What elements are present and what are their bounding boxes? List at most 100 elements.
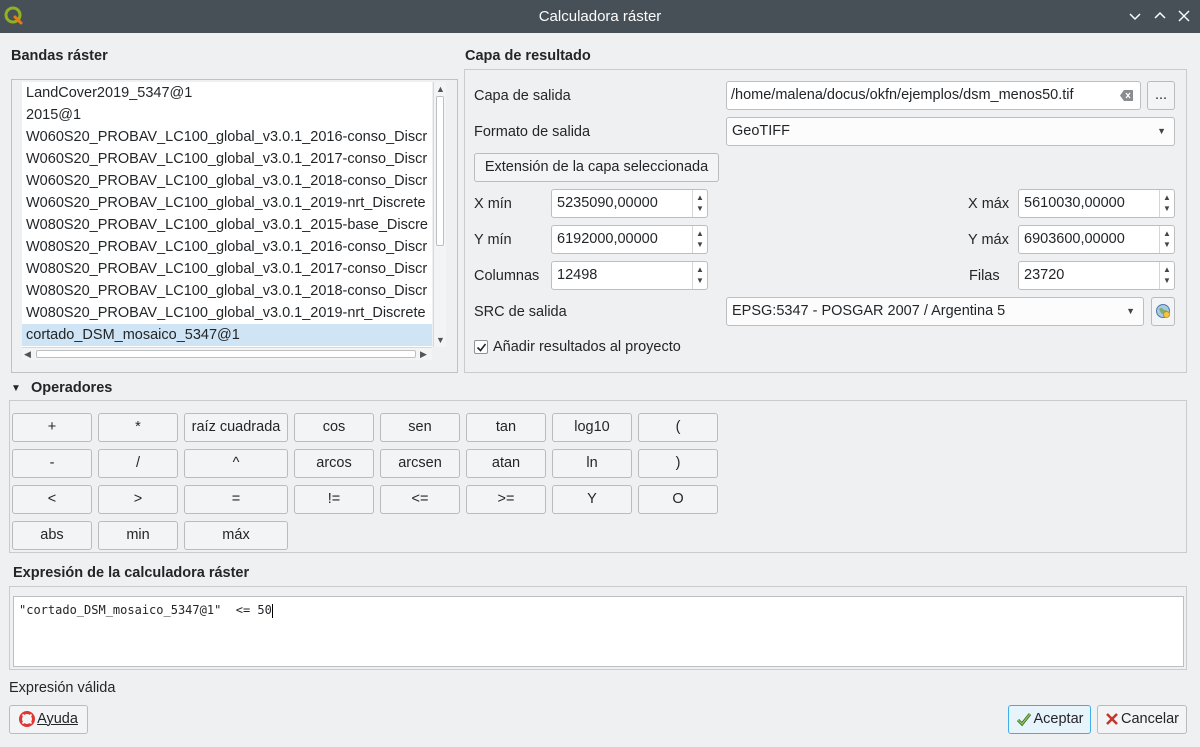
expression-editor[interactable]: "cortado_DSM_mosaico_5347@1" <= 50: [13, 596, 1184, 667]
band-list-item[interactable]: LandCover2019_5347@1: [22, 82, 432, 104]
ymax-spinbox[interactable]: 6903600,00000 ▲ ▼: [1018, 225, 1175, 254]
spin-up-icon[interactable]: ▲: [1163, 194, 1171, 202]
spin-down-icon[interactable]: ▼: [696, 241, 704, 249]
scroll-thumb[interactable]: [36, 350, 416, 358]
spin-down-icon[interactable]: ▼: [696, 277, 704, 285]
spin-up-icon[interactable]: ▲: [696, 266, 704, 274]
ymax-label: Y máx: [968, 232, 1009, 248]
bands-section-title: Bandas ráster: [11, 48, 108, 64]
operator-button[interactable]: ): [638, 449, 718, 478]
operator-button[interactable]: (: [638, 413, 718, 442]
operator-button[interactable]: <=: [380, 485, 460, 514]
chevron-down-icon: ▼: [1157, 126, 1166, 136]
spin-up-icon[interactable]: ▲: [1163, 230, 1171, 238]
expression-text: "cortado_DSM_mosaico_5347@1" <= 50: [19, 603, 272, 617]
band-list-item[interactable]: W060S20_PROBAV_LC100_global_v3.0.1_2016-…: [22, 126, 432, 148]
band-list-item[interactable]: W080S20_PROBAV_LC100_global_v3.0.1_2015-…: [22, 214, 432, 236]
spin-up-icon[interactable]: ▲: [696, 194, 704, 202]
columns-spinbox[interactable]: 12498 ▲ ▼: [551, 261, 708, 290]
operator-button[interactable]: -: [12, 449, 92, 478]
spin-down-icon[interactable]: ▼: [1163, 241, 1171, 249]
operator-button[interactable]: máx: [184, 521, 288, 550]
band-list-item[interactable]: cortado_DSM_mosaico_5347@1: [22, 324, 432, 346]
operator-button[interactable]: cos: [294, 413, 374, 442]
scroll-left-arrow-icon[interactable]: ◀: [24, 349, 31, 359]
operator-button[interactable]: ln: [552, 449, 632, 478]
operator-button[interactable]: abs: [12, 521, 92, 550]
xmin-label: X mín: [474, 196, 512, 212]
band-list-item[interactable]: W080S20_PROBAV_LC100_global_v3.0.1_2018-…: [22, 280, 432, 302]
bands-horizontal-scrollbar[interactable]: ◀ ▶: [22, 347, 432, 360]
crs-selector-button[interactable]: [1151, 297, 1175, 326]
scroll-right-arrow-icon[interactable]: ▶: [420, 349, 427, 359]
close-icon[interactable]: [1174, 6, 1194, 26]
operator-button[interactable]: !=: [294, 485, 374, 514]
collapse-triangle-icon[interactable]: ▼: [11, 383, 21, 394]
operator-button[interactable]: atan: [466, 449, 546, 478]
help-button[interactable]: Ayuda: [9, 705, 88, 734]
operator-button[interactable]: <: [12, 485, 92, 514]
spin-up-icon[interactable]: ▲: [696, 230, 704, 238]
cancel-x-icon: [1106, 713, 1118, 726]
operator-button[interactable]: arcsen: [380, 449, 460, 478]
add-to-project-checkbox[interactable]: [474, 340, 488, 354]
globe-icon: [1156, 304, 1170, 318]
maximize-icon[interactable]: [1150, 6, 1170, 26]
xmax-spinbox[interactable]: 5610030,00000 ▲ ▼: [1018, 189, 1175, 218]
output-format-select[interactable]: GeoTIFF ▼: [726, 117, 1175, 146]
output-layer-input[interactable]: /home/malena/docus/okfn/ejemplos/dsm_men…: [726, 81, 1141, 110]
scroll-down-arrow-icon[interactable]: ▼: [436, 335, 445, 345]
band-list-item[interactable]: W080S20_PROBAV_LC100_global_v3.0.1_2017-…: [22, 258, 432, 280]
operator-button[interactable]: +: [12, 413, 92, 442]
operator-button[interactable]: arcos: [294, 449, 374, 478]
xmin-spinbox[interactable]: 5235090,00000 ▲ ▼: [551, 189, 708, 218]
operator-button[interactable]: O: [638, 485, 718, 514]
output-layer-label: Capa de salida: [474, 88, 571, 104]
operator-button[interactable]: ^: [184, 449, 288, 478]
xmax-value: 5610030,00000: [1024, 195, 1125, 211]
operator-button[interactable]: >: [98, 485, 178, 514]
operator-button[interactable]: >=: [466, 485, 546, 514]
ymin-spinbox[interactable]: 6192000,00000 ▲ ▼: [551, 225, 708, 254]
band-list-item[interactable]: W060S20_PROBAV_LC100_global_v3.0.1_2018-…: [22, 170, 432, 192]
spin-up-icon[interactable]: ▲: [1163, 266, 1171, 274]
ok-label: Aceptar: [1033, 711, 1084, 727]
output-layer-path: /home/malena/docus/okfn/ejemplos/dsm_men…: [731, 87, 1074, 103]
spin-down-icon[interactable]: ▼: [1163, 205, 1171, 213]
scroll-up-arrow-icon[interactable]: ▲: [436, 84, 445, 94]
chevron-down-icon: ▼: [1126, 306, 1135, 316]
operator-button[interactable]: min: [98, 521, 178, 550]
scroll-thumb[interactable]: [436, 96, 444, 246]
ok-button[interactable]: Aceptar: [1008, 705, 1091, 734]
clear-icon[interactable]: [1120, 90, 1134, 101]
band-list-item[interactable]: W080S20_PROBAV_LC100_global_v3.0.1_2016-…: [22, 236, 432, 258]
browse-button[interactable]: ...: [1147, 81, 1175, 110]
bands-vertical-scrollbar[interactable]: ▲ ▼: [433, 82, 446, 347]
band-list-item[interactable]: W060S20_PROBAV_LC100_global_v3.0.1_2019-…: [22, 192, 432, 214]
band-list-item[interactable]: 2015@1: [22, 104, 432, 126]
operator-button[interactable]: /: [98, 449, 178, 478]
operator-button[interactable]: tan: [466, 413, 546, 442]
checkmark-icon: [476, 343, 487, 352]
bands-list[interactable]: LandCover2019_5347@1 2015@1 W060S20_PROBAV…: [22, 82, 432, 347]
result-panel: [464, 69, 1187, 373]
spin-down-icon[interactable]: ▼: [696, 205, 704, 213]
operator-button[interactable]: log10: [552, 413, 632, 442]
operators-header[interactable]: ▼ Operadores: [11, 380, 112, 396]
cancel-button[interactable]: Cancelar: [1097, 705, 1187, 734]
band-list-item[interactable]: W060S20_PROBAV_LC100_global_v3.0.1_2017-…: [22, 148, 432, 170]
result-section-title: Capa de resultado: [465, 48, 591, 64]
spin-down-icon[interactable]: ▼: [1163, 277, 1171, 285]
selected-layer-extent-button[interactable]: Extensión de la capa seleccionada: [474, 153, 719, 182]
expression-section-title: Expresión de la calculadora ráster: [13, 565, 250, 581]
operator-button[interactable]: raíz cuadrada: [184, 413, 288, 442]
operator-button[interactable]: *: [98, 413, 178, 442]
minimize-icon[interactable]: [1125, 6, 1145, 26]
operator-button[interactable]: Y: [552, 485, 632, 514]
operator-button[interactable]: =: [184, 485, 288, 514]
rows-spinbox[interactable]: 23720 ▲ ▼: [1018, 261, 1175, 290]
operator-button[interactable]: sen: [380, 413, 460, 442]
band-list-item[interactable]: W080S20_PROBAV_LC100_global_v3.0.1_2019-…: [22, 302, 432, 324]
add-to-project-label[interactable]: Añadir resultados al proyecto: [493, 339, 681, 355]
output-crs-select[interactable]: EPSG:5347 - POSGAR 2007 / Argentina 5 ▼: [726, 297, 1144, 326]
